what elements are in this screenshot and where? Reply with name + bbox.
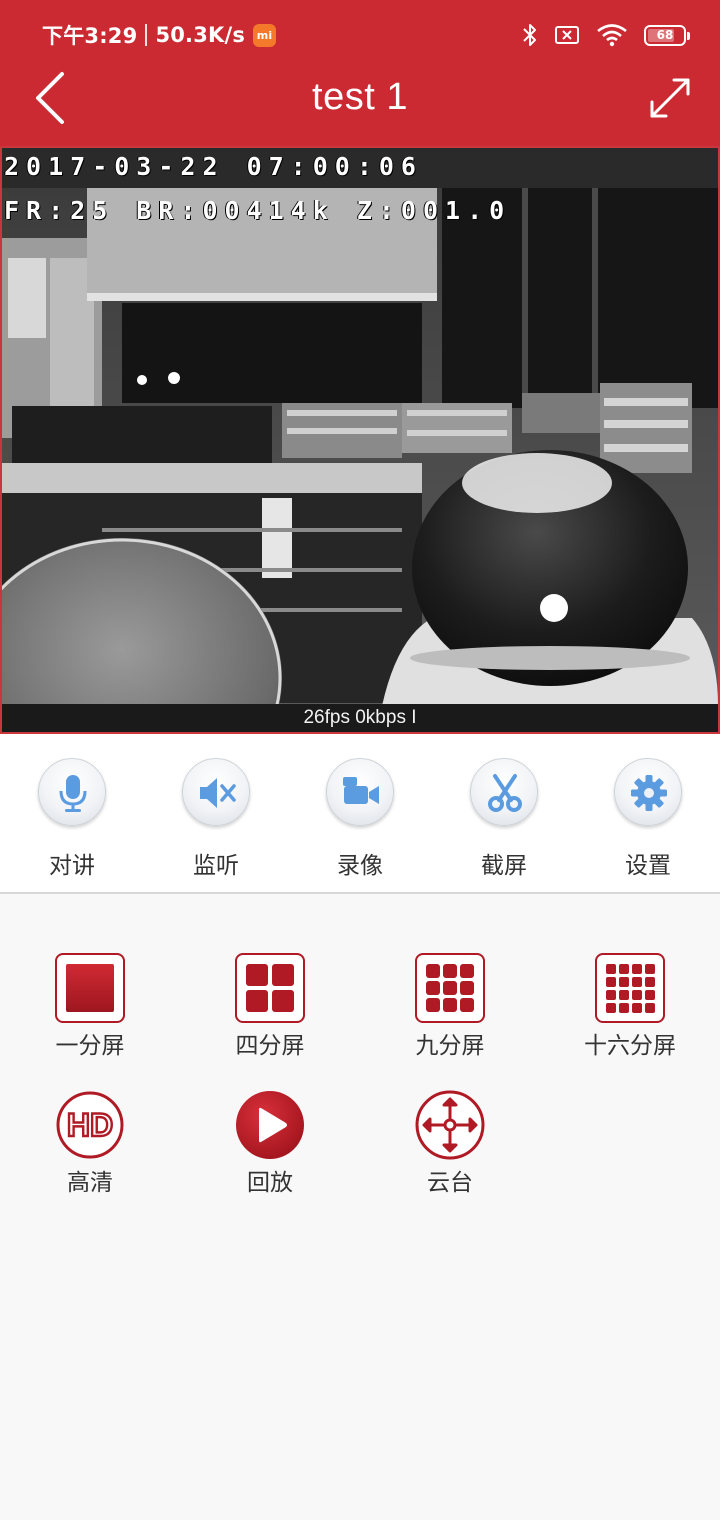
one-split-option[interactable]: 一分屏 — [25, 896, 155, 1059]
network-speed: 50.3K/s — [155, 23, 246, 47]
screenshot-label: 截屏 — [481, 853, 527, 879]
ptz-option[interactable]: 云台 — [385, 1033, 515, 1196]
playback-option[interactable]: 回放 — [205, 1033, 335, 1196]
svg-text:HD: HD — [67, 1107, 113, 1143]
camera-feed-image — [2, 148, 718, 706]
record-icon-button[interactable] — [326, 758, 394, 826]
app-header: 下午3:29 50.3K/s mi 68 test 1 — [0, 0, 720, 146]
scissors-icon — [488, 774, 522, 812]
playback-icon[interactable] — [235, 1090, 305, 1160]
ptz-label: 云台 — [427, 1170, 473, 1196]
battery-level: 68 — [656, 27, 674, 42]
sixteen-split-label: 十六分屏 — [584, 1033, 676, 1059]
video-frame[interactable]: 2017-03-22 07:00:06 FR:25 BR:00414k Z:00… — [2, 148, 718, 732]
hd-label: 高清 — [67, 1170, 113, 1196]
gear-icon — [631, 775, 667, 811]
view-options-panel: 一分屏 四分屏 九分屏 十六分屏 HD 高清 回放 云台 — [0, 896, 720, 1520]
settings-icon-button[interactable] — [614, 758, 682, 826]
hd-icon[interactable]: HD — [55, 1090, 125, 1160]
page-title: test 1 — [312, 76, 408, 118]
status-bar: 下午3:29 50.3K/s mi 68 — [0, 0, 720, 70]
speaker-mute-icon — [200, 778, 236, 808]
talk-button[interactable]: 对讲 — [17, 758, 127, 888]
bluetooth-icon — [523, 24, 536, 46]
no-sim-icon — [555, 26, 579, 44]
settings-label: 设置 — [625, 853, 671, 879]
listen-button[interactable]: 监听 — [161, 758, 271, 888]
ptz-icon[interactable] — [415, 1090, 485, 1160]
status-left: 下午3:29 50.3K/s mi — [42, 20, 277, 50]
battery-icon: 68 — [644, 24, 690, 46]
hd-option[interactable]: HD 高清 — [25, 1033, 155, 1196]
nine-split-icon[interactable] — [415, 953, 485, 1023]
record-button[interactable]: 录像 — [305, 758, 415, 888]
screenshot-button[interactable]: 截屏 — [449, 758, 559, 888]
fullscreen-icon[interactable] — [644, 74, 696, 122]
four-split-option[interactable]: 四分屏 — [205, 896, 335, 1059]
sixteen-split-icon[interactable] — [595, 953, 665, 1023]
status-right: 68 — [522, 20, 690, 50]
one-split-icon[interactable] — [55, 953, 125, 1023]
mi-notification-icon: mi — [253, 23, 277, 47]
osd-timestamp: 2017-03-22 07:00:06 — [4, 152, 423, 181]
status-time: 下午3:29 — [42, 24, 138, 48]
record-label: 录像 — [337, 853, 383, 879]
playback-label: 回放 — [247, 1170, 293, 1196]
four-split-icon[interactable] — [235, 953, 305, 1023]
talk-icon-button[interactable] — [38, 758, 106, 826]
listen-label: 监听 — [193, 853, 239, 879]
listen-icon-button[interactable] — [182, 758, 250, 826]
video-stats-bar: 26fps 0kbps I — [2, 704, 718, 732]
settings-button[interactable]: 设置 — [593, 758, 703, 888]
control-toolbar: 对讲 监听 录像 截屏 设置 — [0, 734, 720, 894]
talk-label: 对讲 — [49, 853, 95, 879]
video-record-icon — [343, 777, 379, 804]
sixteen-split-option[interactable]: 十六分屏 — [565, 896, 695, 1059]
microphone-icon — [59, 775, 87, 812]
osd-stream-info: FR:25 BR:00414k Z:001.0 — [4, 196, 512, 225]
status-separator — [145, 24, 148, 46]
wifi-icon — [597, 24, 627, 47]
nine-split-option[interactable]: 九分屏 — [385, 896, 515, 1059]
video-player[interactable]: 2017-03-22 07:00:06 FR:25 BR:00414k Z:00… — [0, 146, 720, 734]
screenshot-icon-button[interactable] — [470, 758, 538, 826]
